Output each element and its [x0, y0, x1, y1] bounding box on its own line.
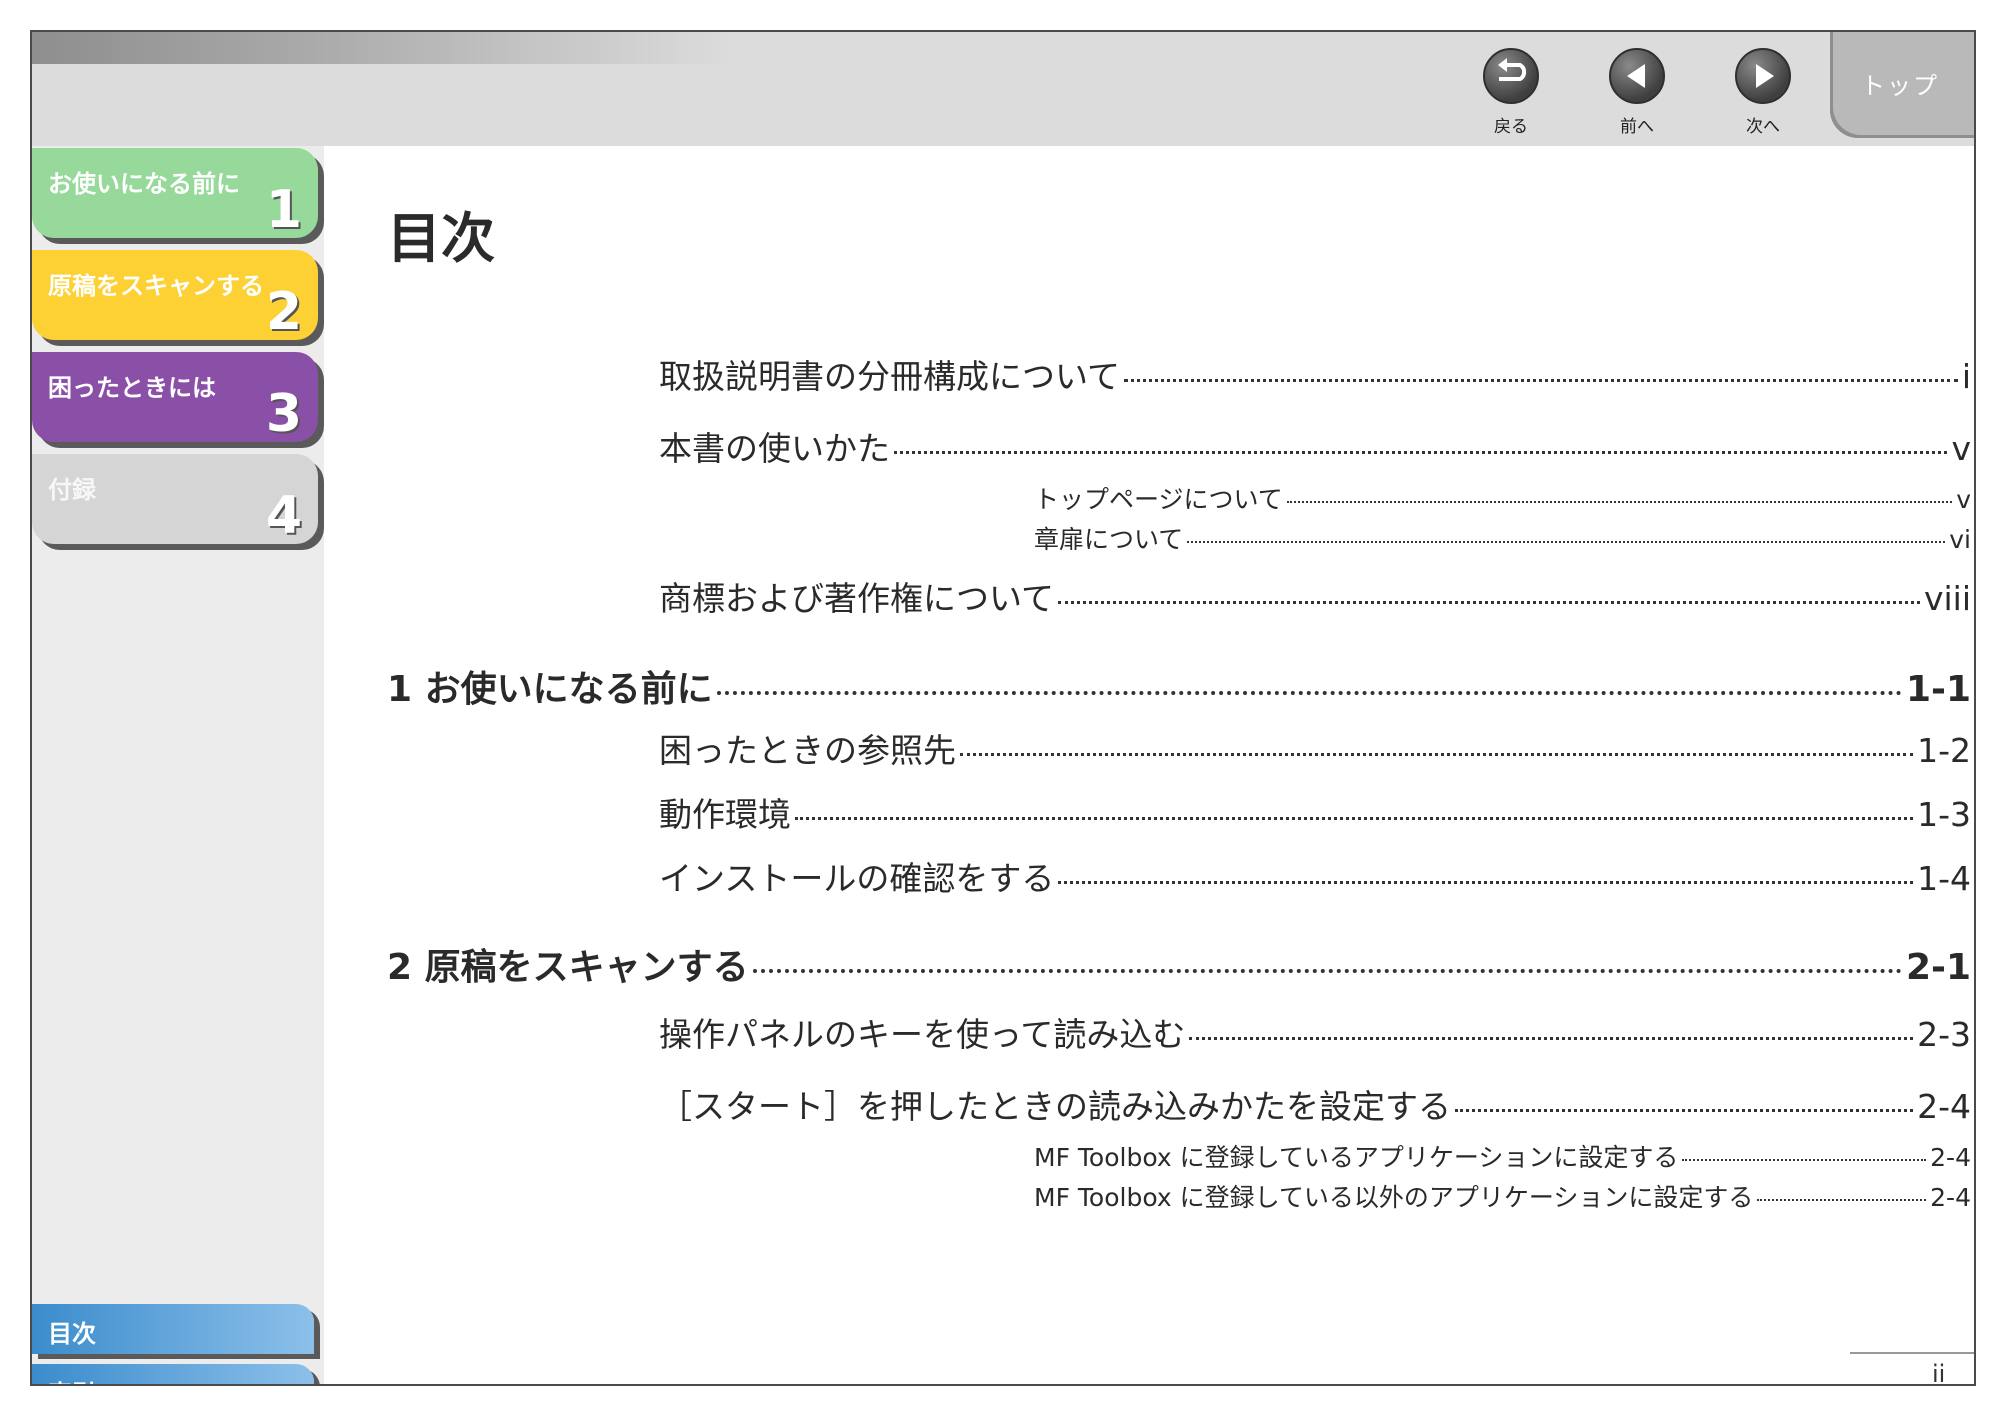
- toc-link[interactable]: 目次: [32, 1304, 314, 1354]
- index-link[interactable]: 索引: [32, 1364, 314, 1384]
- toc-leader-dots: [960, 753, 1914, 756]
- toc-leader-dots: [1058, 601, 1920, 604]
- chapter-tab-label: 困ったときには: [48, 374, 216, 402]
- toc-entry-label: MF Toolbox に登録している以外のアプリケーションに設定する: [1034, 1183, 1754, 1212]
- toc-entry-label: インストールの確認をする: [659, 859, 1055, 898]
- toc-entry-page: 1-2: [1917, 731, 1971, 770]
- toc-entry-page: 2-4: [1917, 1087, 1971, 1126]
- toc-link-label: 目次: [48, 1320, 96, 1348]
- toc-subentry[interactable]: 章扉について vi: [1034, 520, 1971, 556]
- chapter-tab-number: 3: [265, 384, 302, 444]
- toc-entry-page: 2-4: [1930, 1143, 1971, 1172]
- chapter-tab-3[interactable]: 困ったときには 3: [32, 352, 318, 442]
- toc-entry-label: 本書の使いかた: [659, 429, 890, 468]
- toc-entry-page: 2-1: [1905, 947, 1971, 988]
- toc-leader-dots: [894, 451, 1948, 454]
- toc-entry[interactable]: インストールの確認をする 1-4: [659, 852, 1971, 900]
- toc-entry-label: トップページについて: [1034, 485, 1283, 514]
- next-label: 次へ: [1746, 117, 1780, 137]
- prev-triangle-glyph: [1627, 64, 1645, 88]
- toc-entry-page: v: [1951, 429, 1971, 468]
- toc-leader-dots: [1189, 1037, 1914, 1040]
- chapter-tab-number: 2: [265, 282, 302, 342]
- sidebar: お使いになる前に 1 原稿をスキャンする 2 困ったときには 3 付録 4 目次…: [32, 146, 324, 1384]
- toc-entry-label: 1 お使いになる前に: [387, 669, 713, 710]
- back-label: 戻る: [1494, 117, 1528, 137]
- next-triangle-glyph: [1756, 64, 1774, 88]
- toc-entry-page: vi: [1949, 525, 1971, 554]
- toc-entry[interactable]: ［スタート］を押したときの読み込みかたを設定する 2-4: [659, 1080, 1971, 1128]
- chapter-tab-label: 付録: [48, 476, 96, 504]
- toc-entry[interactable]: 操作パネルのキーを使って読み込む 2-3: [659, 1008, 1971, 1056]
- page-number: ii: [1932, 1360, 1946, 1386]
- top-tab[interactable]: トップ: [1830, 32, 1974, 138]
- toc-leader-dots: [1286, 501, 1953, 503]
- chapter-tab-number: 1: [265, 180, 302, 240]
- toc-subentry[interactable]: MF Toolbox に登録している以外のアプリケーションに設定する 2-4: [1034, 1178, 1971, 1214]
- toc-leader-dots: [752, 969, 1902, 973]
- toc-subentry[interactable]: MF Toolbox に登録しているアプリケーションに設定する 2-4: [1034, 1138, 1971, 1174]
- toc-entry-label: 困ったときの参照先: [659, 731, 956, 770]
- back-arrow-glyph: [1498, 58, 1527, 81]
- toc-entry-label: 動作環境: [659, 795, 791, 834]
- next-button[interactable]: 次へ: [1718, 48, 1808, 140]
- index-link-label: 索引: [48, 1374, 96, 1384]
- toc-entry[interactable]: 商標および著作権について viii: [659, 572, 1971, 620]
- toc-entry-page: 1-1: [1905, 669, 1971, 710]
- toc-leader-dots: [716, 691, 1902, 695]
- toc-entry-label: MF Toolbox に登録しているアプリケーションに設定する: [1034, 1143, 1679, 1172]
- toc-entry[interactable]: 困ったときの参照先 1-2: [659, 724, 1971, 772]
- toc-leader-dots: [1058, 881, 1914, 884]
- toc-entry-page: 1-4: [1917, 859, 1971, 898]
- toc-entry[interactable]: 本書の使いかた v: [659, 422, 1971, 470]
- header-bar: 戻る 前へ 次へ トップ: [32, 32, 1974, 146]
- toc-entry-page: 2-3: [1917, 1015, 1971, 1054]
- prev-button[interactable]: 前へ: [1592, 48, 1682, 140]
- footer-rule: [1850, 1352, 1974, 1354]
- toc-leader-dots: [1757, 1199, 1927, 1201]
- back-button[interactable]: 戻る: [1466, 48, 1556, 140]
- toc-entry-page: 2-4: [1930, 1183, 1971, 1212]
- toc-entry-page: i: [1961, 357, 1971, 396]
- toc-entry-label: 商標および著作権について: [659, 579, 1055, 618]
- toc-entry[interactable]: 取扱説明書の分冊構成について i: [659, 350, 1971, 398]
- toc-subentry[interactable]: トップページについて v: [1034, 480, 1971, 516]
- toc-entry-label: 章扉について: [1034, 525, 1184, 554]
- toc-leader-dots: [1187, 541, 1946, 543]
- chapter-tab-label: 原稿をスキャンする: [48, 272, 264, 300]
- toc-entry-page: 1-3: [1917, 795, 1971, 834]
- chapter-tab-label: お使いになる前に: [48, 170, 240, 198]
- toc-leader-dots: [1455, 1109, 1914, 1112]
- chapter-tab-number: 4: [265, 486, 302, 546]
- toc-entry-label: 2 原稿をスキャンする: [387, 947, 749, 988]
- chapter-tab-2[interactable]: 原稿をスキャンする 2: [32, 250, 318, 340]
- toc-leader-dots: [1682, 1159, 1927, 1161]
- toc-leader-dots: [1124, 379, 1958, 382]
- toc-entry-label: 操作パネルのキーを使って読み込む: [659, 1015, 1186, 1054]
- chapter-tab-4[interactable]: 付録 4: [32, 454, 318, 544]
- chapter-tab-1[interactable]: お使いになる前に 1: [32, 148, 318, 238]
- toc-chapter-entry[interactable]: 1 お使いになる前に 1-1: [387, 660, 1971, 712]
- toc-entry-page: v: [1956, 485, 1971, 514]
- toc-entry[interactable]: 動作環境 1-3: [659, 788, 1971, 836]
- toc-leader-dots: [795, 817, 1914, 820]
- top-tab-label: トップ: [1861, 72, 1939, 100]
- toc-entry-label: 取扱説明書の分冊構成について: [659, 357, 1121, 396]
- toc-entry-label: ［スタート］を押したときの読み込みかたを設定する: [659, 1087, 1451, 1126]
- page-frame: 戻る 前へ 次へ トップ お使いになる前に 1 原稿をスキャンする 2 困ったと…: [30, 30, 1976, 1386]
- prev-label: 前へ: [1620, 117, 1654, 137]
- header-gradient: [32, 32, 732, 64]
- page-title: 目次: [387, 207, 495, 270]
- toc-entry-page: viii: [1923, 579, 1971, 618]
- toc-chapter-entry[interactable]: 2 原稿をスキャンする 2-1: [387, 938, 1971, 990]
